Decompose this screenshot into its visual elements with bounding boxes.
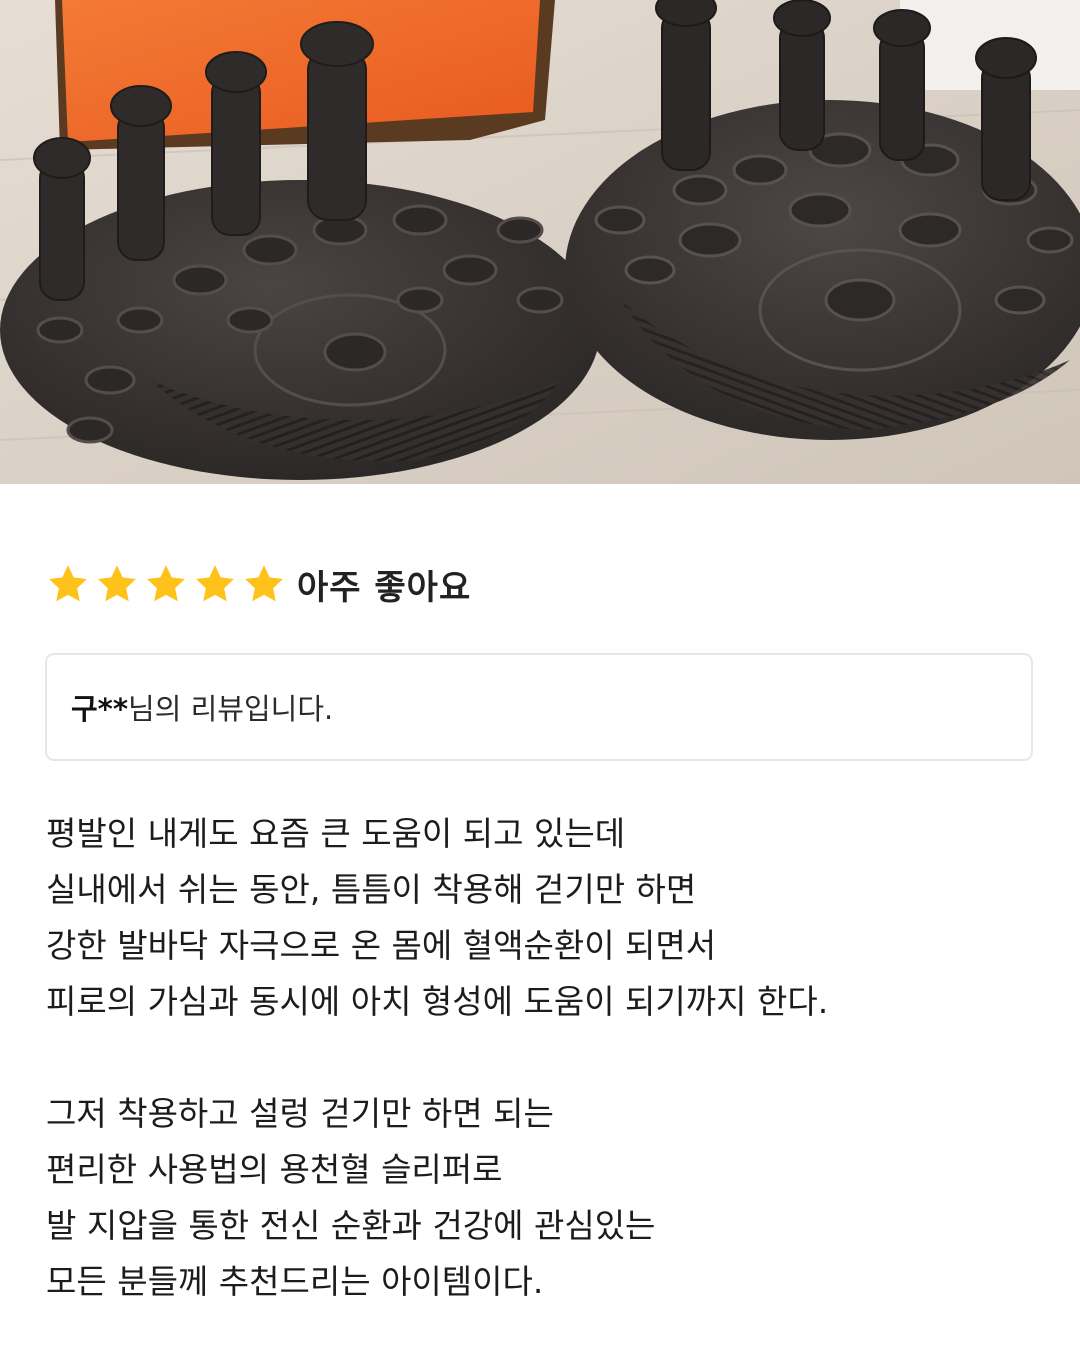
reviewer-line: 구**님의 리뷰입니다. — [71, 686, 333, 728]
review-line: 모든 분들께 추천드리는 아이템이다. — [46, 1262, 544, 1301]
reviewer-name: 구** — [71, 692, 129, 726]
review-line: 실내에서 쉬는 동안, 틈틈이 착용해 걷기만 하면 — [46, 870, 697, 909]
review-line: 그저 착용하고 설렁 걷기만 하면 되는 — [46, 1094, 554, 1133]
review-paragraph-1: 평발인 내게도 요즘 큰 도움이 되고 있는데 실내에서 쉬는 동안, 틈틈이 … — [46, 806, 1046, 1030]
star-icon — [49, 565, 87, 602]
rating-row: 아주 좋아요 — [46, 556, 471, 612]
star-icon — [196, 565, 234, 602]
star-icon — [245, 565, 283, 602]
star-icon — [147, 565, 185, 602]
star-rating — [46, 562, 291, 606]
review-line: 편리한 사용법의 용천혈 슬리퍼로 — [46, 1150, 503, 1189]
review-paragraph-2: 그저 착용하고 설렁 걷기만 하면 되는 편리한 사용법의 용천혈 슬리퍼로 발… — [46, 1086, 1046, 1310]
rating-label: 아주 좋아요 — [297, 567, 472, 608]
review-line: 발 지압을 통한 전신 순환과 건강에 관심있는 — [46, 1206, 656, 1245]
review-body: 평발인 내게도 요즘 큰 도움이 되고 있는데 실내에서 쉬는 동안, 틈틈이 … — [46, 806, 1046, 1310]
star-icon — [98, 565, 136, 602]
reviewer-box: 구**님의 리뷰입니다. — [45, 653, 1033, 761]
reviewer-suffix: 님의 리뷰입니다. — [128, 692, 334, 726]
review-line: 강한 발바닥 자극으로 온 몸에 혈액순환이 되면서 — [46, 926, 717, 965]
review-line: 피로의 가심과 동시에 아치 형성에 도움이 되기까지 한다. — [46, 982, 829, 1021]
product-photo — [0, 0, 1080, 484]
product-photo-illustration — [0, 0, 1080, 484]
review-line: 평발인 내게도 요즘 큰 도움이 되고 있는데 — [46, 814, 626, 853]
